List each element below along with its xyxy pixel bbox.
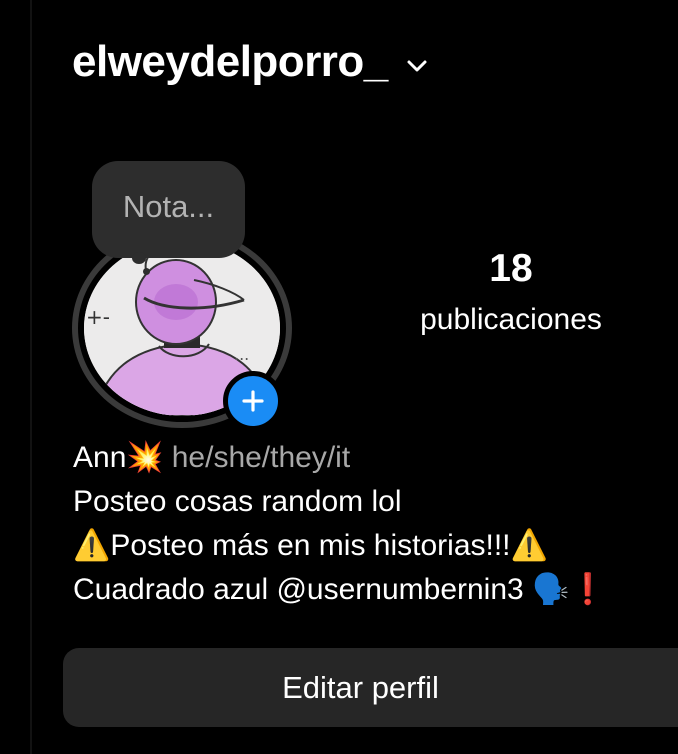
note-bubble-tail-small xyxy=(143,268,150,275)
panel-divider xyxy=(30,0,32,754)
note-bubble-tail xyxy=(132,252,146,264)
posts-count: 18 xyxy=(489,247,533,290)
edit-profile-button[interactable]: Editar perfil xyxy=(63,648,678,727)
bio-line-1: Posteo cosas random lol xyxy=(73,485,402,518)
profile-bio: Ann💥 he/she/they/it Posteo cosas random l… xyxy=(73,436,678,612)
plus-icon xyxy=(242,390,264,412)
chevron-down-icon[interactable] xyxy=(406,55,428,77)
pronouns: he/she/they/it xyxy=(171,441,351,474)
note-placeholder: Nota... xyxy=(122,188,215,224)
bio-line-2: ⚠️Posteo más en mis historias!!!⚠️ xyxy=(73,529,548,562)
edit-profile-label: Editar perfil xyxy=(282,669,439,705)
username-title[interactable]: elweydelporro_ xyxy=(72,36,388,88)
bio-line-3[interactable]: Cuadrado azul @usernumbernin3 🗣️❗ xyxy=(73,568,678,612)
add-story-button[interactable] xyxy=(223,371,283,431)
svg-text:+-: +- xyxy=(86,305,110,329)
bio-name-line: Ann💥 he/she/they/it xyxy=(73,436,678,480)
note-bubble[interactable]: Nota... xyxy=(92,161,245,258)
posts-label: publicaciones xyxy=(420,303,602,336)
svg-text:...: ... xyxy=(234,345,249,364)
posts-stat[interactable]: 18 publicaciones xyxy=(400,244,622,340)
display-name: Ann💥 xyxy=(73,441,164,474)
profile-header[interactable]: elweydelporro_ xyxy=(72,36,428,88)
